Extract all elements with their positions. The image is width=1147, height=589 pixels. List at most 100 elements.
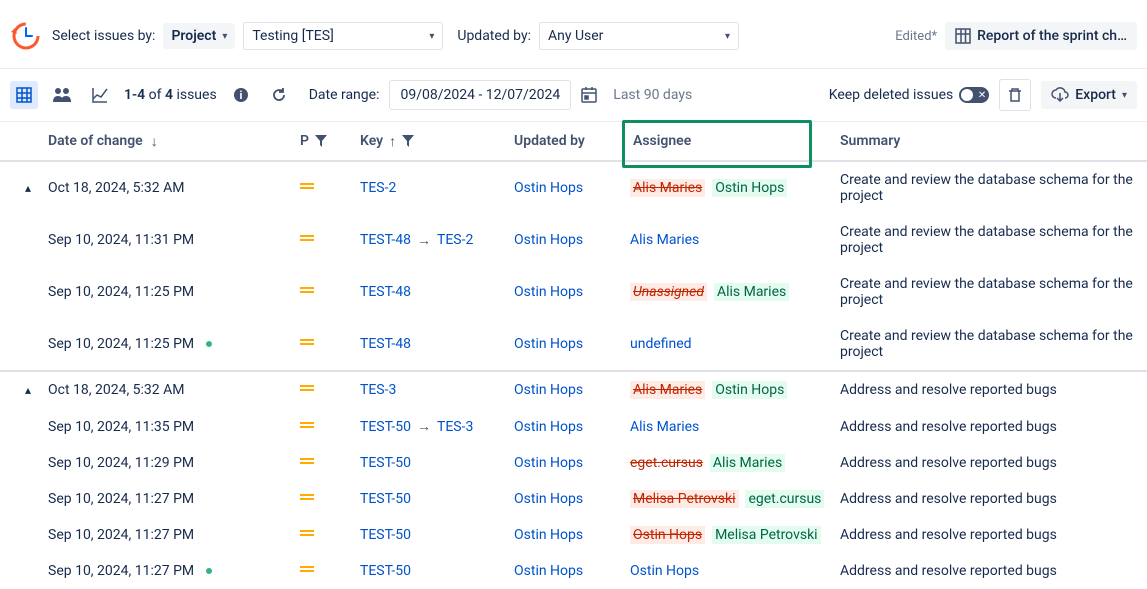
trash-icon[interactable] — [999, 79, 1031, 111]
summary-cell: Address and resolve reported bugs — [840, 563, 1057, 579]
summary-cell: Address and resolve reported bugs — [840, 527, 1057, 543]
report-button[interactable]: Report of the sprint ch… — [945, 22, 1137, 50]
table-row: ▴ Oct 18, 2024, 5:32 AM TES-3 Ostin Hops Ali… — [0, 370, 1147, 408]
date-cell: Sep 10, 2024, 11:25 PM — [48, 336, 194, 352]
updated-by-link[interactable]: Ostin Hops — [514, 563, 583, 579]
issue-key-link[interactable]: TEST-50 — [360, 455, 411, 471]
chart-view-button[interactable] — [86, 81, 114, 109]
updated-by-dropdown[interactable]: Any User ▾ — [539, 22, 739, 50]
issue-key-link[interactable]: TEST-50 — [360, 419, 411, 435]
table-row: Sep 10, 2024, 11:25 PM TEST-48 Ostin Hops U… — [0, 266, 1147, 318]
export-button[interactable]: Export ▾ — [1041, 81, 1137, 109]
updated-by-link[interactable]: Ostin Hops — [514, 336, 583, 352]
updated-by-link[interactable]: Ostin Hops — [514, 527, 583, 543]
chevron-down-icon: ▾ — [429, 31, 434, 42]
edited-indicator: Edited* — [895, 29, 937, 44]
chevron-down-icon: ▾ — [222, 31, 227, 42]
sort-asc-icon: ↑ — [389, 133, 396, 150]
chevron-down-icon: ▾ — [1122, 90, 1127, 101]
updated-by-link[interactable]: Ostin Hops — [514, 180, 583, 196]
last-90-days-hint: Last 90 days — [613, 87, 692, 103]
date-cell: Sep 10, 2024, 11:29 PM — [48, 455, 194, 471]
summary-header[interactable]: Summary — [840, 133, 900, 149]
priority-header[interactable]: P — [300, 133, 309, 149]
project-dropdown[interactable]: Project ▾ — [163, 23, 235, 49]
issue-key-link[interactable]: TES-3 — [437, 419, 473, 435]
date-cell: Sep 10, 2024, 11:27 PM — [48, 527, 194, 543]
date-range-input[interactable]: 09/08/2024 - 12/07/2024 — [389, 80, 571, 110]
old-assignee: Alis Maries — [630, 179, 705, 197]
table-row: Sep 10, 2024, 11:27 PMTEST-50Ostin HopsO… — [0, 553, 1147, 589]
updated-by-link[interactable]: Ostin Hops — [514, 284, 583, 300]
updated-by-label: Updated by: — [457, 28, 531, 44]
filter-icon[interactable] — [402, 135, 414, 147]
date-header[interactable]: Date of change — [48, 133, 143, 149]
table-row: Sep 10, 2024, 11:29 PM TEST-50 Ostin Hops e… — [0, 445, 1147, 481]
cloud-download-icon — [1051, 87, 1069, 103]
summary-cell: Create and review the database schema fo… — [840, 172, 1133, 204]
updated-by-link[interactable]: Ostin Hops — [514, 382, 583, 398]
updated-by-value: Any User — [548, 28, 603, 44]
summary-cell: Create and review the database schema fo… — [840, 328, 1133, 360]
chevron-down-icon: ▾ — [725, 31, 730, 42]
svg-text:i: i — [239, 89, 242, 102]
info-icon[interactable]: i — [227, 81, 255, 109]
updated-by-link[interactable]: Ostin Hops — [514, 419, 583, 435]
priority-medium-icon — [300, 287, 314, 297]
project-value-dropdown[interactable]: Testing [TES] ▾ — [243, 22, 443, 50]
assignee-link[interactable]: Alis Maries — [630, 232, 699, 248]
issue-key-link[interactable]: TEST-50 — [360, 527, 411, 543]
new-assignee: Alis Maries — [710, 454, 785, 472]
issue-key-link[interactable]: TES-2 — [360, 180, 396, 196]
date-range-value: 09/08/2024 - 12/07/2024 — [400, 87, 560, 103]
old-assignee: Ostin Hops — [630, 526, 705, 544]
old-assignee: Unassigned — [630, 283, 707, 301]
date-range-label: Date range: — [309, 87, 380, 103]
people-view-button[interactable] — [48, 81, 76, 109]
table-row: Sep 10, 2024, 11:27 PMTEST-50Ostin HopsM… — [0, 481, 1147, 517]
assignee-header[interactable]: Assignee — [633, 133, 691, 149]
table-view-button[interactable] — [10, 81, 38, 109]
updated-by-link[interactable]: Ostin Hops — [514, 455, 583, 471]
assignee-header-highlight: Assignee — [622, 120, 812, 168]
issue-key-link[interactable]: TES-3 — [360, 382, 396, 398]
table-row: Sep 10, 2024, 11:35 PMTEST-50 → TES-3Ost… — [0, 408, 1147, 445]
issue-key-link[interactable]: TES-2 — [437, 232, 473, 248]
new-assignee: Melisa Petrovski — [712, 526, 821, 544]
priority-medium-icon — [300, 339, 314, 349]
app-logo — [8, 18, 44, 54]
issue-key-link[interactable]: TEST-48 — [360, 336, 411, 352]
table-row: Sep 10, 2024, 11:25 PM TEST-48 Ostin Hops u… — [0, 318, 1147, 370]
old-assignee: eget.cursus — [630, 455, 703, 471]
priority-medium-icon — [300, 235, 314, 245]
assignee-link[interactable]: undefined — [630, 336, 692, 352]
new-assignee: eget.cursus — [745, 490, 824, 508]
collapse-icon[interactable]: ▴ — [25, 181, 31, 195]
refresh-icon[interactable] — [265, 81, 293, 109]
issue-key-link[interactable]: TEST-48 — [360, 232, 411, 248]
calendar-icon[interactable] — [575, 81, 603, 109]
key-header[interactable]: Key — [360, 133, 383, 149]
priority-medium-icon — [300, 183, 314, 193]
priority-medium-icon — [300, 566, 314, 576]
old-assignee: Alis Maries — [630, 381, 705, 399]
filter-icon[interactable] — [315, 135, 327, 147]
report-label: Report of the sprint ch… — [977, 28, 1127, 44]
issue-key-link[interactable]: TEST-48 — [360, 284, 411, 300]
x-icon: ✕ — [978, 90, 986, 101]
summary-cell: Create and review the database schema fo… — [840, 224, 1133, 256]
keep-deleted-toggle[interactable]: ✕ — [959, 87, 989, 103]
collapse-icon[interactable]: ▴ — [25, 383, 31, 397]
date-cell: Oct 18, 2024, 5:32 AM — [48, 180, 185, 196]
summary-cell: Address and resolve reported bugs — [840, 382, 1057, 398]
assignee-link[interactable]: Ostin Hops — [630, 563, 699, 579]
priority-medium-icon — [300, 530, 314, 540]
updated-by-link[interactable]: Ostin Hops — [514, 232, 583, 248]
date-cell: Oct 18, 2024, 5:32 AM — [48, 382, 185, 398]
issue-key-link[interactable]: TEST-50 — [360, 563, 411, 579]
created-dot-icon — [206, 341, 212, 347]
date-cell: Sep 10, 2024, 11:25 PM — [48, 284, 194, 300]
updated-by-header[interactable]: Updated by — [514, 133, 585, 149]
assignee-link[interactable]: Alis Maries — [630, 419, 699, 435]
summary-cell: Address and resolve reported bugs — [840, 455, 1057, 471]
